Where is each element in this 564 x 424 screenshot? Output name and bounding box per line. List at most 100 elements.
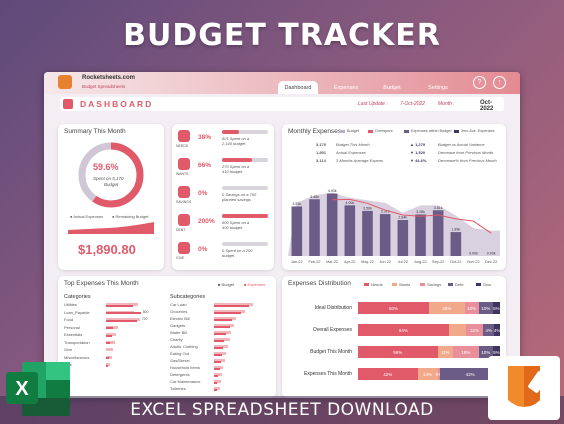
expense-bar xyxy=(415,214,426,256)
month-select[interactable]: Oct-2022 xyxy=(480,100,504,112)
expense-bar xyxy=(450,232,462,256)
summary-line1: Spent on 5,170 xyxy=(93,176,124,181)
subcategory-expense-bar xyxy=(214,374,219,377)
bar-data-label: 4.93k xyxy=(328,189,337,193)
subcategory-expense-bar xyxy=(214,353,222,356)
kpi-progress-fill xyxy=(222,214,268,218)
brand-name: Rocketsheets.com xyxy=(82,75,136,81)
tab-settings[interactable]: Settings xyxy=(418,81,458,94)
legend-actual-label: Actual Expenses xyxy=(73,214,104,219)
distribution-segment xyxy=(448,324,466,336)
kpi-label: WANTS xyxy=(176,172,189,176)
monthly-legend-label: Expenses within Budget xyxy=(411,129,452,133)
legend-actual: ● Actual Expenses xyxy=(70,214,104,219)
subcategory-expense-bar xyxy=(214,304,249,307)
monthly-legend-swatch xyxy=(454,130,459,133)
categories-title: Categories xyxy=(64,294,91,300)
scroll-up-icon[interactable]: ↑ xyxy=(493,76,506,89)
bar-data-label: 3.61k xyxy=(434,206,443,210)
distribution-legend-label: Needs xyxy=(371,282,383,287)
category-expense-bar xyxy=(106,312,141,314)
monthly-stat-label: Actual Expenses xyxy=(336,150,366,155)
sparkline-area xyxy=(68,222,154,234)
x-tick-label: Aug-22 xyxy=(414,260,426,264)
dashboard-header: DASHBOARD Last Update : 7-Oct-2022 Month… xyxy=(60,97,504,112)
monthly-stat-right-value: ▼ 1,520 xyxy=(410,150,426,155)
sparkline xyxy=(68,222,154,234)
monthly-stat-label: Budget This Month xyxy=(336,142,370,147)
kpi-label: NEEDS xyxy=(176,144,189,148)
monthly-legend-swatch xyxy=(404,130,409,133)
distribution-legend-swatch xyxy=(364,283,369,286)
distribution-legend-swatch xyxy=(476,283,481,286)
subcategory-name: Gadgets xyxy=(170,323,186,328)
x-tick-label: Mar-22 xyxy=(326,260,338,264)
distribution-title: Expenses Distribution xyxy=(288,280,351,287)
expense-bar xyxy=(362,210,373,256)
subcategory-expense-bar xyxy=(214,360,221,363)
category-name: Utilities xyxy=(64,302,77,307)
help-icon[interactable]: ? xyxy=(473,76,486,89)
bar-data-label: 2.84k xyxy=(398,216,407,220)
tab-expenses[interactable]: Expenses xyxy=(326,81,366,94)
monthly-stat-right-label: Decrease% from Previous Month xyxy=(438,158,497,163)
kpi-percent: 0% xyxy=(198,190,208,197)
kpi-percent: 38% xyxy=(198,134,212,141)
top-expenses-title: Top Expenses This Month xyxy=(64,280,139,287)
brand-subtitle: Budget Spreadsheets xyxy=(82,84,126,89)
monthly-expenses-card: Monthly Expenses Budget Overspent Expenses… xyxy=(282,124,506,270)
summary-percent: 59.6% xyxy=(93,162,119,172)
monthly-legend-label: 3mo Ave. Expenses xyxy=(461,129,495,133)
expense-bar xyxy=(326,193,338,256)
dashboard-screen: Rocketsheets.com Budget Spreadsheets Das… xyxy=(44,72,520,398)
distribution-segment: 42% xyxy=(358,368,418,380)
monthly-stat-right-label: Budget vs Actual Variance xyxy=(438,142,485,147)
x-tick-label: Nov-22 xyxy=(467,260,479,264)
kpi-savings-icon xyxy=(178,186,190,198)
last-update-value: 7-Oct-2022 xyxy=(400,101,426,107)
expense-bar xyxy=(291,206,303,256)
monthly-legend-label: Overspent xyxy=(375,129,393,133)
top-legend-budget: ■ Budget xyxy=(218,282,235,287)
category-expense-bar xyxy=(106,327,113,329)
top-bar: Rocketsheets.com Budget Spreadsheets Das… xyxy=(44,72,520,94)
distribution-segment: 25% xyxy=(429,302,465,314)
expense-bar xyxy=(397,220,409,256)
category-name: Essentials xyxy=(64,332,83,337)
kpi-progress-track xyxy=(222,242,268,246)
svg-text:X: X xyxy=(15,378,29,400)
category-expense-bar xyxy=(106,304,133,307)
expense-bar xyxy=(344,205,356,256)
subcategories-title: Subcategories xyxy=(170,294,206,300)
tab-budget[interactable]: Budget xyxy=(372,81,412,94)
kpi-progress-track xyxy=(222,158,268,162)
top-legend-budget-label: Budget xyxy=(221,282,235,287)
legend-remaining: ● Remaining Budget xyxy=(112,214,149,219)
distribution-segment: 56% xyxy=(358,346,438,358)
monthly-legend-swatch xyxy=(340,130,345,133)
kpi-label: SAVINGS xyxy=(176,200,192,204)
category-name: Loan_Payable xyxy=(64,309,90,315)
tab-dashboard[interactable]: Dashboard xyxy=(278,81,318,94)
subcategory-name: Detergents xyxy=(170,372,190,377)
monthly-title: Monthly Expenses xyxy=(288,128,342,135)
last-update-label: Last Update : xyxy=(358,101,388,107)
subcategory-name: Car Loan xyxy=(170,302,187,307)
subcategory-name: Household Items xyxy=(170,365,201,370)
subcategory-expense-bar xyxy=(214,388,217,391)
category-expense-bar xyxy=(106,364,109,367)
subcategory-name: Adults' Clothing xyxy=(170,344,198,349)
summary-line2: Budget xyxy=(104,182,119,187)
distribution-legend-label: Savings xyxy=(427,282,442,287)
category-expense-bar xyxy=(106,334,112,337)
category-value: 800 xyxy=(142,309,149,314)
bar-data-label: 4.00k xyxy=(345,201,354,205)
distribution-segment: 12% xyxy=(465,324,483,336)
category-name: Transportation xyxy=(64,339,90,345)
x-tick-label: Apr-22 xyxy=(344,260,355,264)
distribution-segment: 4% xyxy=(482,324,495,336)
top-expenses-card: Top Expenses This Month ■ Budget ■ Expen… xyxy=(58,276,276,398)
distribution-legend-label: Debt xyxy=(455,282,464,287)
distribution-segment: 11% xyxy=(437,346,454,358)
kpi-progress-fill xyxy=(222,130,240,134)
